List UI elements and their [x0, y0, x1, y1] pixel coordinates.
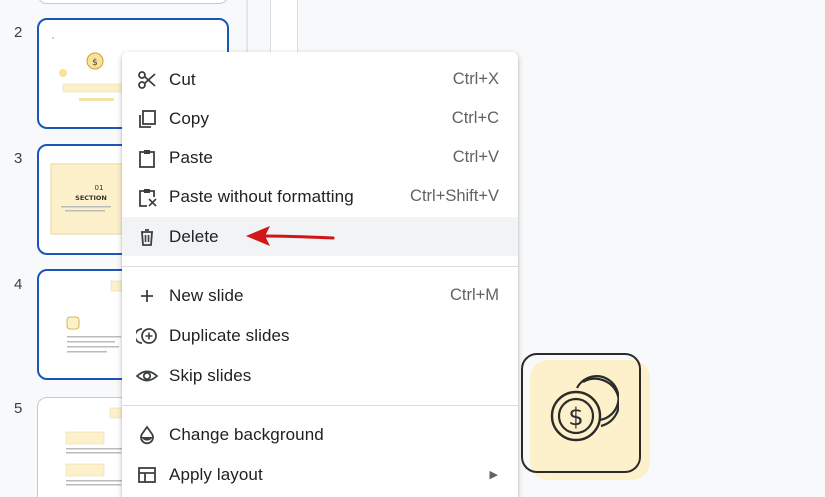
slide-number-2: 2: [14, 24, 23, 41]
menu-item-paste-without-formatting[interactable]: Paste without formatting Ctrl+Shift+V: [122, 177, 518, 216]
menu-item-label: Paste: [169, 147, 213, 167]
scissors-icon: [136, 69, 158, 91]
menu-item-apply-layout[interactable]: Apply layout ▶: [122, 455, 518, 494]
svg-text:$: $: [92, 58, 98, 68]
clipboard-icon: [136, 147, 158, 169]
menu-item-label: New slide: [169, 285, 244, 305]
menu-item-label: Delete: [169, 226, 219, 246]
layout-icon: [136, 464, 158, 486]
context-menu: Cut Ctrl+X Copy Ctrl+C Paste Ctrl+V Past…: [122, 52, 518, 497]
menu-item-cut[interactable]: Cut Ctrl+X: [122, 60, 518, 99]
eye-icon: [136, 365, 158, 387]
menu-item-shortcut: Ctrl+M: [449, 286, 499, 304]
drop-icon: [136, 424, 158, 446]
menu-item-duplicate-slides[interactable]: Duplicate slides: [122, 316, 518, 355]
menu-item-shortcut: Ctrl+Shift+V: [410, 187, 499, 205]
trash-icon: [136, 226, 158, 248]
menu-item-label: Paste without formatting: [169, 186, 354, 206]
menu-item-shortcut: Ctrl+V: [452, 148, 499, 166]
menu-separator: [122, 405, 518, 406]
duplicate-icon: [136, 325, 158, 347]
menu-item-skip-slides[interactable]: Skip slides: [122, 356, 518, 395]
copy-icon: [136, 108, 158, 130]
menu-item-label: Change background: [169, 424, 324, 444]
slide-number-4: 4: [14, 276, 23, 293]
coins-dollar-icon: $: [550, 375, 619, 442]
slide-number-5: 5: [14, 400, 23, 417]
menu-item-paste[interactable]: Paste Ctrl+V: [122, 138, 518, 177]
menu-item-shortcut: Ctrl+X: [452, 70, 499, 88]
slide-3-number-text: 01: [95, 184, 104, 192]
red-annotation-arrow-icon: [246, 226, 335, 246]
plus-icon: [136, 285, 158, 307]
menu-item-label: Duplicate slides: [169, 325, 290, 345]
menu-item-label: Apply layout: [169, 464, 263, 484]
menu-item-label: Copy: [169, 108, 210, 128]
menu-item-copy[interactable]: Copy Ctrl+C: [122, 99, 518, 138]
menu-item-label: Skip slides: [169, 365, 252, 385]
slide-number-3: 3: [14, 150, 23, 167]
svg-text:$: $: [568, 403, 583, 431]
menu-separator: [122, 266, 518, 267]
paste-plain-icon: [136, 186, 158, 208]
menu-item-new-slide[interactable]: New slide Ctrl+M: [122, 276, 518, 315]
menu-item-shortcut: Ctrl+C: [451, 109, 499, 127]
submenu-arrow-icon: ▶: [489, 469, 498, 481]
slide-3-title-text: SECTION: [75, 194, 107, 202]
menu-item-label: Cut: [169, 69, 196, 89]
menu-item-change-background[interactable]: Change background: [122, 415, 518, 454]
slide-thumbnail-1[interactable]: [37, 0, 229, 4]
